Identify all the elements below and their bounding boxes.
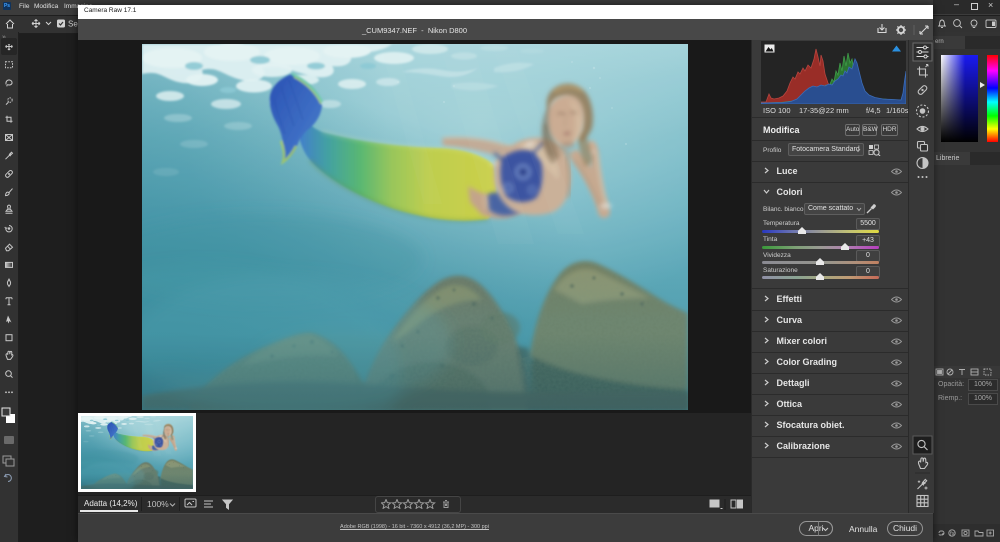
svg-text:fx: fx (950, 532, 955, 538)
svg-text:Se: Se (68, 20, 78, 29)
